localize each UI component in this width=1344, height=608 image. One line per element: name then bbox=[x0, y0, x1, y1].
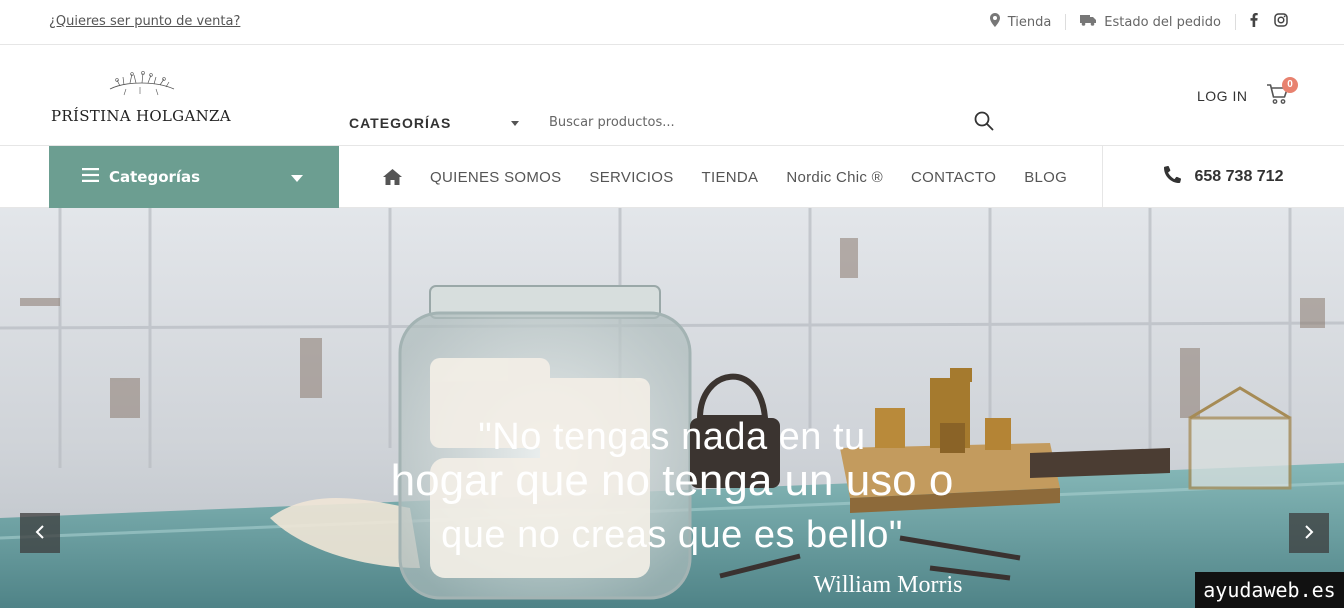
location-pin-icon bbox=[989, 13, 1000, 31]
search-icon[interactable] bbox=[974, 111, 994, 135]
order-status-link[interactable]: Estado del pedido bbox=[1066, 14, 1235, 30]
quote-line-2: hogar que no tenga un uso o bbox=[390, 456, 954, 505]
top-bar-links: Tienda Estado del pedido bbox=[976, 13, 1288, 31]
main-menu: QUIENES SOMOS SERVICIOS TIENDA Nordic Ch… bbox=[383, 146, 1067, 208]
phone-contact[interactable]: 658 738 712 bbox=[1102, 146, 1344, 208]
hero-slider: "No tengas nada en tu hogar que no tenga… bbox=[0, 208, 1344, 608]
sales-point-link[interactable]: ¿Quieres ser punto de venta? bbox=[49, 14, 240, 29]
phone-number: 658 738 712 bbox=[1194, 168, 1284, 185]
caret-down-icon bbox=[511, 121, 519, 126]
chevron-down-icon bbox=[291, 175, 303, 182]
search-input[interactable] bbox=[549, 109, 949, 135]
menu-item-blog[interactable]: BLOG bbox=[1024, 169, 1067, 186]
social-links bbox=[1236, 13, 1288, 31]
truck-icon bbox=[1080, 14, 1097, 30]
instagram-icon[interactable] bbox=[1274, 13, 1288, 31]
chevron-right-icon bbox=[1304, 524, 1314, 543]
top-bar: ¿Quieres ser punto de venta? Tienda Esta… bbox=[0, 0, 1344, 45]
search-bar bbox=[549, 109, 994, 135]
categories-menu-button[interactable]: Categorías bbox=[49, 146, 339, 208]
navbar: Categorías QUIENES SOMOS SERVICIOS TIEND… bbox=[0, 145, 1344, 208]
menu-item-servicios[interactable]: SERVICIOS bbox=[589, 169, 673, 186]
chevron-left-icon bbox=[35, 524, 45, 543]
hamburger-icon bbox=[82, 168, 99, 186]
cart-count-badge: 0 bbox=[1282, 77, 1298, 93]
order-status-label: Estado del pedido bbox=[1104, 14, 1221, 30]
logo[interactable]: PRÍSTINA HOLGANZA bbox=[51, 71, 236, 131]
category-select[interactable]: CATEGORÍAS bbox=[349, 115, 519, 131]
quote-author: William Morris bbox=[813, 572, 963, 598]
slider-next-button[interactable] bbox=[1289, 513, 1329, 553]
cart-icon bbox=[1266, 84, 1290, 109]
cart-button[interactable]: 0 bbox=[1266, 77, 1298, 109]
store-link[interactable]: Tienda bbox=[976, 13, 1066, 31]
store-label: Tienda bbox=[1007, 14, 1052, 30]
watermark: ayudaweb.es bbox=[1195, 572, 1344, 608]
home-icon[interactable] bbox=[383, 169, 402, 185]
floral-ornament-icon bbox=[109, 71, 175, 96]
categories-menu-label: Categorías bbox=[109, 168, 201, 186]
login-link[interactable]: LOG IN bbox=[1197, 88, 1247, 104]
facebook-icon[interactable] bbox=[1250, 13, 1258, 31]
menu-item-tienda[interactable]: TIENDA bbox=[702, 169, 759, 186]
brand-name: PRÍSTINA HOLGANZA bbox=[51, 107, 231, 125]
quote-line-3: que no creas que es bello" bbox=[441, 514, 903, 556]
quote-line-1: "No tengas nada en tu bbox=[478, 416, 866, 458]
header: PRÍSTINA HOLGANZA CATEGORÍAS LOG IN 0 bbox=[0, 45, 1344, 146]
slider-prev-button[interactable] bbox=[20, 513, 60, 553]
menu-item-nordic-chic[interactable]: Nordic Chic ® bbox=[786, 169, 883, 186]
menu-item-quienes-somos[interactable]: QUIENES SOMOS bbox=[430, 169, 561, 186]
category-select-label: CATEGORÍAS bbox=[349, 115, 452, 131]
phone-icon bbox=[1163, 165, 1181, 188]
menu-item-contacto[interactable]: CONTACTO bbox=[911, 169, 996, 186]
